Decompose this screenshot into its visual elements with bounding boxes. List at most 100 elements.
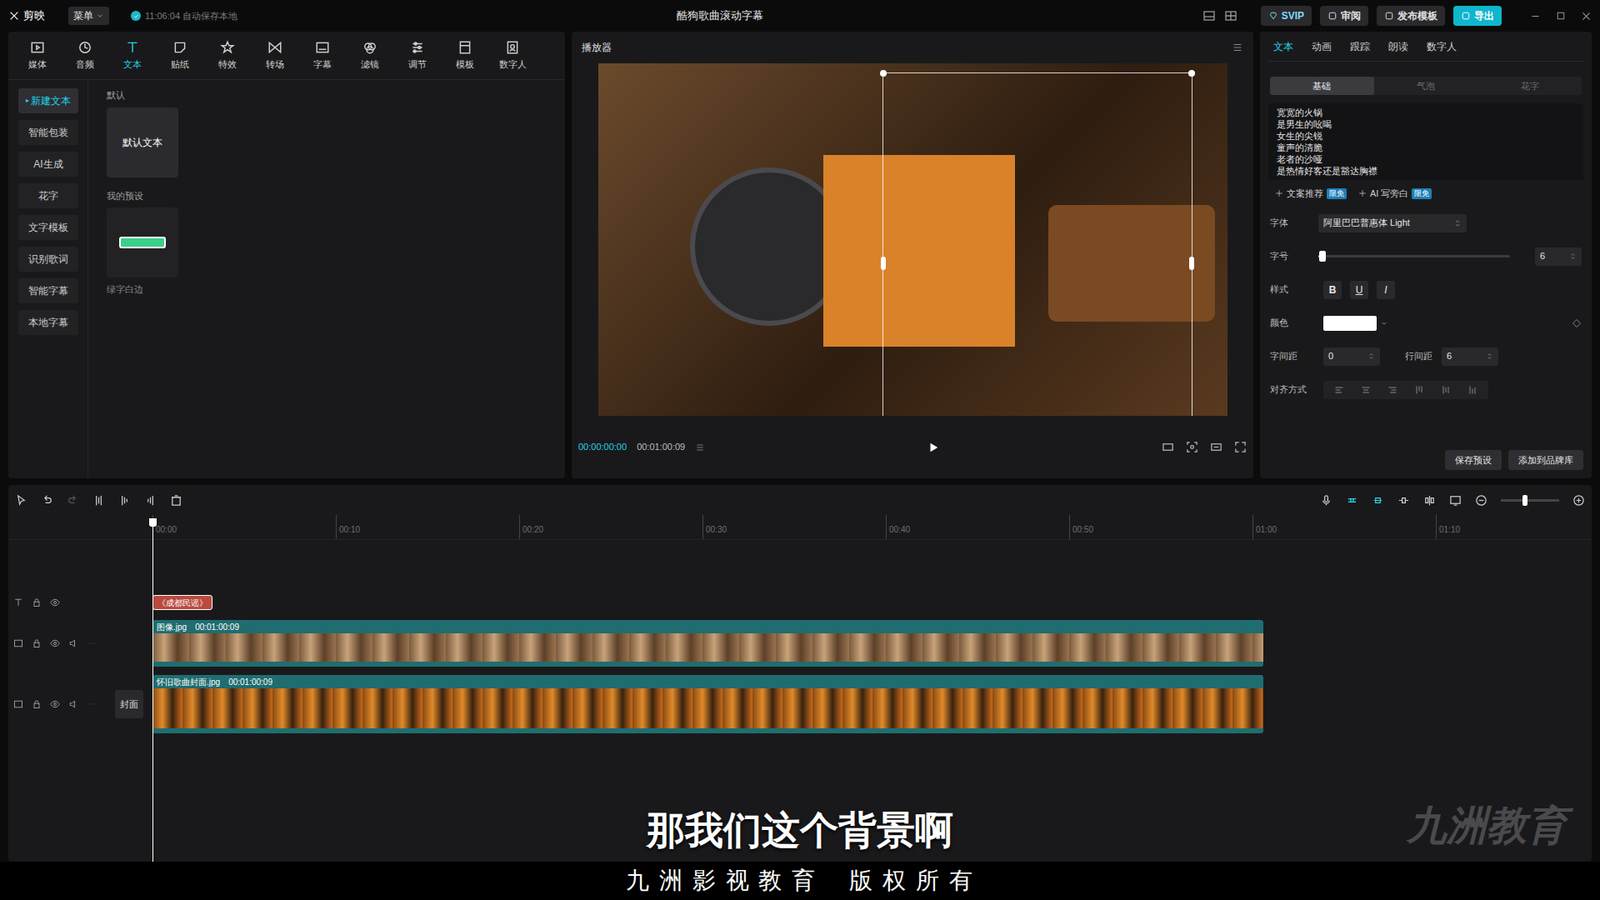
resize-handle[interactable] [880, 70, 887, 77]
text-menu-item[interactable]: ▸新建文本 [18, 88, 79, 114]
keyframe-icon[interactable] [1571, 318, 1582, 329]
delete-icon[interactable] [170, 494, 183, 507]
style-toggle[interactable]: B [1323, 280, 1342, 300]
align-button[interactable] [1380, 383, 1405, 397]
tool-tab[interactable]: 音频 [67, 40, 103, 72]
scale-icon[interactable] [1210, 440, 1223, 454]
tool-tab[interactable]: 文本 [115, 40, 150, 72]
minimize-icon[interactable] [1530, 10, 1541, 22]
cover-button[interactable]: 封面 [115, 690, 144, 719]
tool-tab[interactable]: 数字人 [495, 40, 530, 72]
audio-icon[interactable] [68, 699, 79, 710]
ratio-icon[interactable] [1161, 440, 1175, 454]
font-select[interactable]: 阿里巴巴普惠体 Light [1318, 214, 1467, 233]
text-menu-item[interactable]: 花字 [18, 183, 79, 209]
more-icon[interactable] [86, 638, 97, 649]
top-action-button[interactable]: SVIP [1260, 5, 1312, 26]
zoom-in-icon[interactable] [1572, 494, 1585, 507]
slider-thumb[interactable] [1319, 250, 1326, 262]
split-left-icon[interactable] [118, 494, 131, 507]
redo-icon[interactable] [66, 494, 80, 507]
inspector-subtab[interactable]: 花字 [1477, 76, 1582, 95]
zoom-slider[interactable] [1500, 499, 1560, 502]
time-ruler[interactable]: 00:0000:1000:2000:3000:4000:5001:0001:10 [8, 515, 1592, 540]
inspector-button[interactable]: 添加到品牌库 [1508, 450, 1584, 470]
chain-icon[interactable] [1397, 494, 1410, 507]
menu-button[interactable]: 菜单 [68, 6, 110, 25]
maximize-icon[interactable] [1555, 10, 1566, 21]
text-menu-item[interactable]: AI生成 [18, 151, 79, 177]
eye-icon[interactable] [50, 638, 60, 649]
text-content-box[interactable]: 宽宽的火锅是男生的吆喝女生的尖锐童声的清脆老者的沙哑是热情好客还是豁达胸襟 [1268, 103, 1584, 180]
tool-tab[interactable]: 调节 [400, 40, 435, 72]
spacing-input[interactable]: 0 [1323, 347, 1380, 366]
preview-frame[interactable] [598, 63, 1228, 416]
align-clip-icon[interactable] [1423, 494, 1436, 507]
more-icon[interactable] [86, 699, 97, 710]
text-menu-item[interactable]: 文字模板 [18, 215, 79, 240]
menu-icon[interactable] [1231, 41, 1244, 54]
tool-tab[interactable]: 贴纸 [162, 40, 198, 72]
top-action-button[interactable]: 发布模板 [1376, 5, 1445, 26]
undo-icon[interactable] [40, 494, 54, 507]
default-text-card[interactable]: 默认文本 [106, 107, 179, 178]
list-icon[interactable] [695, 442, 705, 453]
color-picker[interactable] [1323, 315, 1389, 331]
tool-tab[interactable]: 模板 [447, 40, 483, 72]
size-slider[interactable] [1318, 255, 1510, 258]
resize-handle[interactable] [880, 256, 886, 270]
link-icon[interactable] [1371, 494, 1385, 507]
inspector-tab[interactable]: 动画 [1311, 39, 1332, 55]
inspector-tab[interactable]: 数字人 [1426, 39, 1457, 55]
inspector-button[interactable]: 保存预设 [1445, 450, 1502, 470]
preset-card[interactable] [106, 207, 179, 278]
inspector-tab[interactable]: 跟踪 [1350, 39, 1370, 55]
video-clip[interactable]: 怀旧歌曲封面.jpg00:01:00:09 [152, 675, 1264, 734]
tool-tab[interactable]: 媒体 [20, 40, 55, 72]
ai-button[interactable]: 文案推荐限免 [1275, 186, 1347, 201]
align-button[interactable] [1460, 383, 1485, 397]
align-button[interactable] [1326, 383, 1352, 397]
tool-tab[interactable]: 字幕 [305, 40, 340, 72]
play-icon[interactable] [927, 441, 940, 454]
align-button[interactable] [1406, 383, 1432, 397]
audio-icon[interactable] [68, 638, 79, 649]
preview-icon[interactable] [1449, 494, 1462, 507]
zoom-thumb[interactable] [1522, 495, 1528, 506]
text-menu-item[interactable]: 识别歌词 [18, 246, 79, 272]
tool-tab[interactable]: 滤镜 [352, 40, 388, 72]
split-right-icon[interactable] [144, 494, 157, 507]
resize-handle[interactable] [1188, 70, 1195, 77]
tool-tab[interactable]: 特效 [210, 40, 245, 72]
inspector-tab[interactable]: 文本 [1273, 39, 1294, 55]
lock-icon[interactable] [31, 597, 42, 608]
grid-icon[interactable] [1224, 9, 1238, 23]
text-clip[interactable]: 《成都民谣》 [152, 595, 213, 610]
selection-box[interactable] [882, 72, 1193, 416]
ai-button[interactable]: AI 写旁白限免 [1358, 186, 1432, 201]
eye-icon[interactable] [50, 597, 60, 608]
magnet-icon[interactable] [1345, 494, 1359, 507]
eye-icon[interactable] [50, 699, 60, 710]
line-spacing-input[interactable]: 6 [1441, 347, 1499, 366]
top-action-button[interactable]: 导出 [1453, 5, 1502, 26]
inspector-tab[interactable]: 朗读 [1388, 39, 1409, 55]
video-clip[interactable]: 图像.jpg00:01:00:09 [152, 620, 1264, 667]
resize-handle[interactable] [1189, 256, 1195, 270]
pointer-icon[interactable] [15, 494, 28, 507]
inspector-subtab[interactable]: 基础 [1270, 76, 1375, 95]
layout-icon[interactable] [1202, 9, 1216, 23]
text-menu-item[interactable]: 本地字幕 [18, 310, 79, 335]
close-icon[interactable] [1580, 10, 1592, 22]
zoom-out-icon[interactable] [1475, 494, 1488, 507]
text-menu-item[interactable]: 智能包装 [18, 120, 79, 145]
text-menu-item[interactable]: 智能字幕 [18, 278, 79, 304]
align-button[interactable] [1353, 383, 1379, 397]
focus-icon[interactable] [1185, 440, 1199, 454]
playhead[interactable] [152, 518, 154, 862]
size-input[interactable]: 6 [1535, 247, 1582, 266]
style-toggle[interactable]: U [1350, 280, 1369, 300]
lock-icon[interactable] [31, 699, 42, 710]
top-action-button[interactable]: 审阅 [1320, 5, 1369, 26]
inspector-subtab[interactable]: 气泡 [1374, 76, 1479, 95]
